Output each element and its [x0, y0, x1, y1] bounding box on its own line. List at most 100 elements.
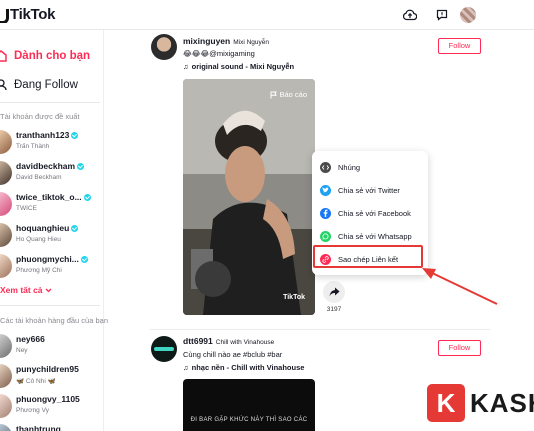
following-account[interactable]: phuongvy_1105 Phương Vy: [0, 392, 104, 420]
verified-icon: [71, 224, 79, 232]
post-author[interactable]: dtt6991 Chill with Vinahouse: [183, 336, 274, 346]
suggested-heading: Tài khoản được đề xuất: [0, 112, 80, 121]
share-option-label: Chia sẻ với Facebook: [338, 208, 411, 218]
suggested-account[interactable]: tranthanh123 Trấn Thành: [0, 128, 104, 156]
report-label: Báo cáo: [279, 90, 307, 99]
sidebar-item-label: Đang Follow: [14, 79, 78, 91]
post-caption: Cùng chill nào ae #bclub #bar: [183, 350, 283, 359]
following-heading: Các tài khoản hàng đầu của bạn: [0, 316, 108, 325]
post-divider: [150, 329, 490, 330]
account-subtitle: TWICE: [16, 205, 37, 212]
see-all-link[interactable]: Xem tất cả: [0, 285, 52, 295]
post-caption: 😂😂😂@mixigaming: [183, 49, 255, 58]
suggested-account[interactable]: phuongmychi... Phương Mỹ Chi: [0, 252, 104, 280]
post-author-avatar[interactable]: [151, 34, 177, 60]
post-author[interactable]: mixinguyen Mixi Nguyễn: [183, 36, 269, 46]
avatar: [0, 254, 12, 278]
share-twitter[interactable]: Chia sẻ với Twitter: [312, 179, 428, 201]
top-navbar: TikTok: [0, 0, 534, 30]
avatar: [0, 364, 12, 388]
share-count: 3197: [326, 306, 342, 313]
verified-icon: [80, 255, 88, 263]
profile-avatar[interactable]: [460, 7, 476, 23]
account-name: tranthanh123: [16, 130, 70, 140]
share-facebook[interactable]: Chia sẻ với Facebook: [312, 202, 428, 224]
divider: [0, 305, 100, 306]
sidebar-item-following[interactable]: Đang Follow: [0, 79, 78, 91]
video-overlay-text: ĐI BAR GẶP KHỨC NÀY THÌ SAO CÁC: [190, 417, 308, 423]
sound-label: original sound - Mixi Nguyễn: [191, 62, 295, 71]
post-author-avatar[interactable]: [151, 336, 177, 362]
following-account[interactable]: ney666 Ney: [0, 332, 104, 360]
video-frame: [183, 79, 315, 315]
verified-icon: [71, 131, 79, 139]
music-note-icon: ♫: [183, 62, 189, 71]
avatar: [0, 161, 12, 185]
share-option-label: Chia sẻ với Whatsapp: [338, 231, 412, 241]
facebook-icon: [320, 207, 331, 219]
logo-text: TikTok: [10, 6, 56, 23]
kashi-logo: K: [427, 384, 465, 422]
account-name: phuongvy_1105: [16, 394, 80, 404]
suggested-account[interactable]: twice_tiktok_o... TWICE: [0, 190, 104, 218]
following-account[interactable]: thanhtrung: [0, 422, 104, 431]
flag-icon: [270, 91, 278, 98]
video-watermark: TikTok: [283, 294, 305, 301]
account-subtitle: Ney: [16, 347, 28, 354]
account-name: davidbeckham: [16, 161, 76, 171]
report-button[interactable]: Báo cáo: [270, 90, 307, 99]
account-name: phuongmychi...: [16, 254, 79, 264]
tiktok-logo[interactable]: TikTok: [0, 6, 55, 23]
kashi-watermark: K KASH: [427, 384, 534, 422]
copy-link-highlight: [313, 245, 423, 268]
verified-icon: [83, 193, 91, 201]
share-button[interactable]: [323, 281, 345, 303]
post-sound[interactable]: ♫ nhạc nền - Chill with Vinahouse: [183, 363, 304, 372]
user-icon: [0, 79, 8, 91]
display-name: Mixi Nguyễn: [233, 39, 269, 46]
following-account[interactable]: punychildren95 🦋 Cô Nhi 🦋: [0, 362, 104, 390]
suggested-account[interactable]: hoquanghieu Ho Quang Hieu: [0, 221, 104, 249]
tiktok-note-icon: [0, 7, 10, 23]
avatar: [0, 223, 12, 247]
account-subtitle: 🦋 Cô Nhi 🦋: [16, 378, 56, 385]
username: mixinguyen: [183, 36, 231, 46]
twitter-icon: [320, 184, 331, 196]
whatsapp-icon: [320, 230, 331, 242]
account-name: twice_tiktok_o...: [16, 192, 82, 202]
share-arrow-icon: [329, 287, 339, 297]
video-player[interactable]: Báo cáo TikTok: [183, 79, 315, 315]
sidebar-item-label: Dành cho bạn: [14, 50, 91, 62]
annotation-arrow-icon: [422, 268, 498, 305]
post-sound[interactable]: ♫ original sound - Mixi Nguyễn: [183, 62, 294, 71]
home-icon: [0, 50, 8, 62]
sidebar: Dành cho bạn Đang Follow Tài khoản được …: [0, 30, 108, 431]
divider: [0, 102, 100, 103]
video-player[interactable]: ĐI BAR GẶP KHỨC NÀY THÌ SAO CÁC: [183, 379, 315, 431]
sound-label: nhạc nền - Chill with Vinahouse: [191, 363, 305, 372]
follow-button[interactable]: Follow: [438, 38, 481, 54]
kashi-text: KASH: [470, 387, 534, 418]
username: dtt6991: [183, 336, 213, 346]
account-name: thanhtrung: [16, 424, 61, 431]
share-whatsapp[interactable]: Chia sẻ với Whatsapp: [312, 225, 428, 247]
account-subtitle: Phương Mỹ Chi: [16, 267, 62, 274]
follow-button[interactable]: Follow: [438, 340, 481, 356]
share-option-label: Nhúng: [338, 162, 361, 172]
verified-icon: [77, 162, 85, 170]
account-name: punychildren95: [16, 364, 79, 374]
avatar: [0, 192, 12, 216]
embed-icon: [320, 161, 331, 173]
avatar: [0, 424, 12, 431]
upload-icon[interactable]: [402, 7, 418, 23]
share-option-label: Chia sẻ với Twitter: [338, 185, 400, 195]
account-subtitle: Phương Vy: [16, 407, 49, 414]
account-subtitle: Ho Quang Hieu: [16, 236, 61, 243]
inbox-icon[interactable]: [434, 7, 450, 23]
share-embed[interactable]: Nhúng: [312, 156, 428, 178]
avatar: [0, 334, 12, 358]
account-subtitle: David Beckham: [16, 174, 62, 181]
sidebar-item-for-you[interactable]: Dành cho bạn: [0, 50, 90, 62]
suggested-account[interactable]: davidbeckham David Beckham: [0, 159, 104, 187]
music-note-icon: ♫: [183, 363, 189, 372]
